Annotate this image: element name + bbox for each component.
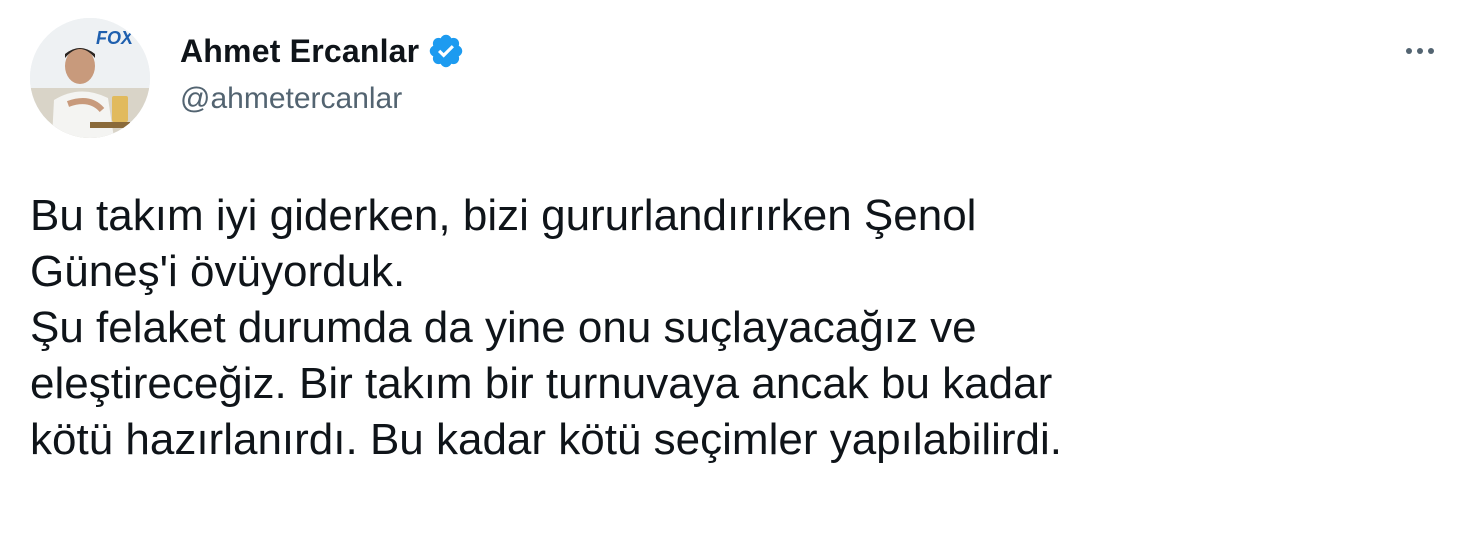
author-display-name[interactable]: Ahmet Ercanlar: [180, 33, 419, 70]
tweet-card: FOX Ahmet Ercanlar @ahmetercanlar Bu tak…: [0, 0, 1475, 555]
tweet-text-line: eleştireceğiz. Bir takım bir turnuvaya a…: [30, 359, 1053, 408]
verified-badge-icon: [427, 32, 465, 70]
author-handle[interactable]: @ahmetercanlar: [180, 82, 402, 116]
tweet-text-line: Bu takım iyi giderken, bizi gururlandırı…: [30, 191, 977, 240]
tweet-text-line: Güneş'i övüyorduk.: [30, 247, 406, 296]
author-name-row[interactable]: Ahmet Ercanlar: [180, 30, 465, 72]
tweet-text-line: Şu felaket durumda da yine onu suçlayaca…: [30, 303, 977, 352]
more-options-button[interactable]: [1395, 34, 1445, 68]
avatar[interactable]: FOX: [30, 18, 150, 138]
avatar-logo-text: FOX: [96, 28, 134, 48]
tweet-text-line: kötü hazırlanırdı. Bu kadar kötü seçimle…: [30, 415, 1063, 464]
more-horizontal-icon-dot: [1428, 48, 1434, 54]
tweet-text: Bu takım iyi giderken, bizi gururlandırı…: [30, 188, 1430, 468]
more-horizontal-icon: [1406, 48, 1412, 54]
more-horizontal-icon-dot: [1417, 48, 1423, 54]
avatar-photo: FOX: [30, 18, 150, 138]
